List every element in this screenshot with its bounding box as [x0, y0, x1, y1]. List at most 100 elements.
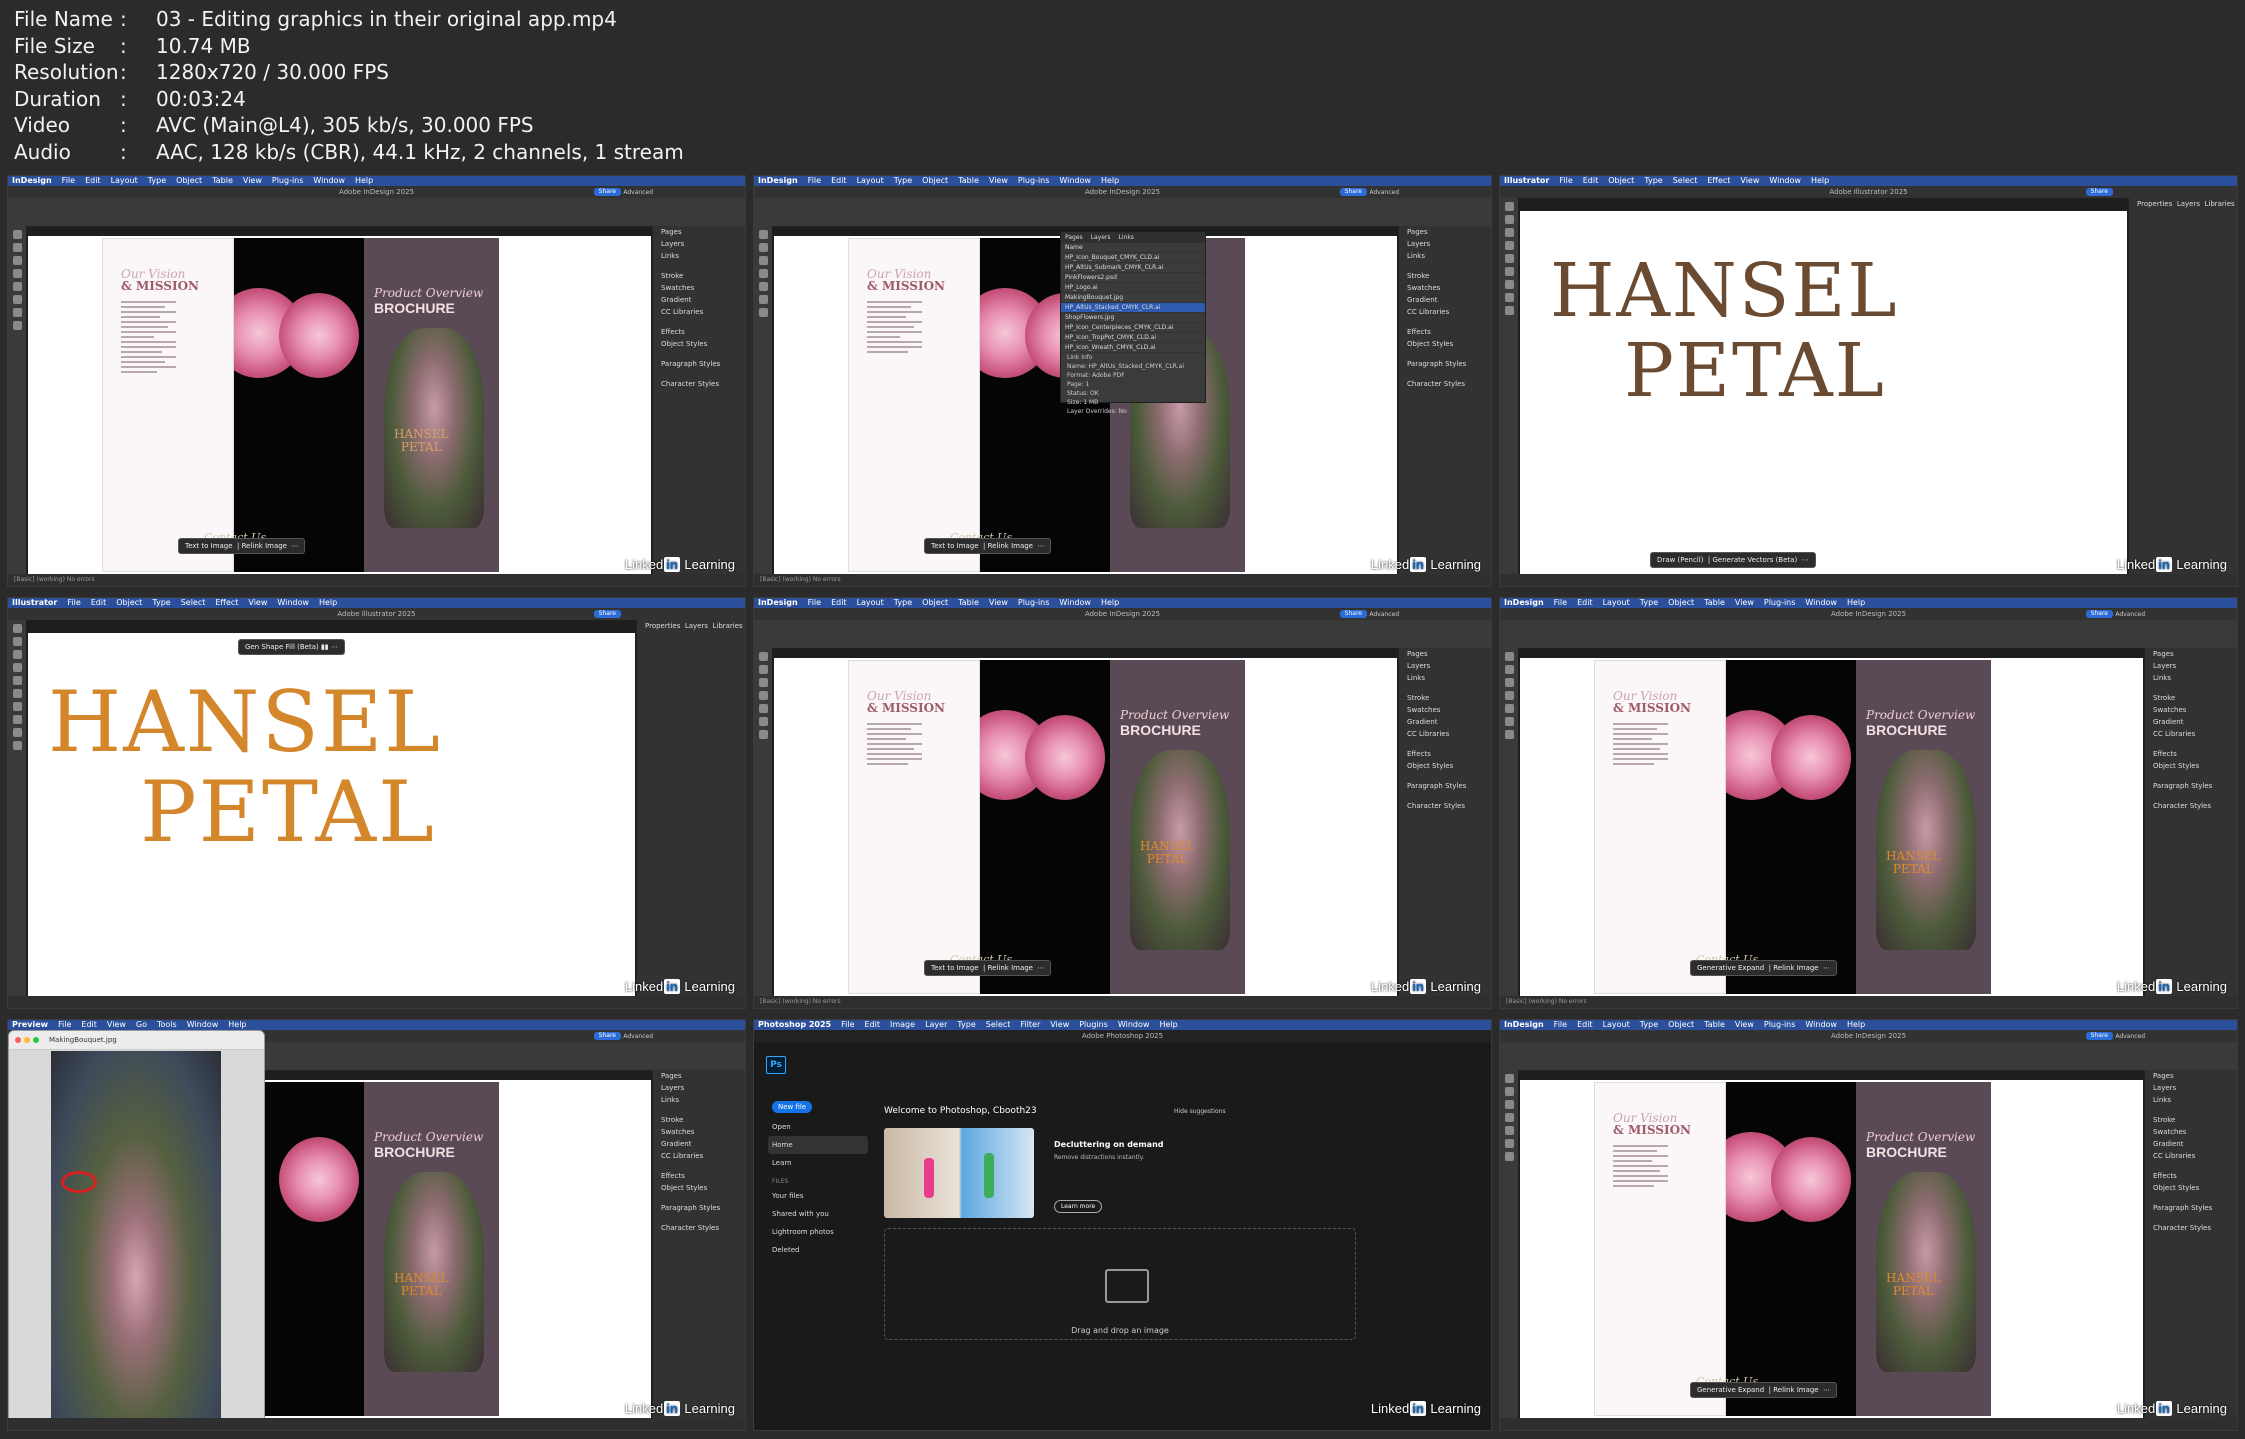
- control-panel[interactable]: [1500, 1042, 2237, 1071]
- pasteboard[interactable]: Our Vision & MISSION Product Overview BR…: [28, 236, 651, 574]
- hansel-petal-logo[interactable]: HANSEL PETAL: [48, 677, 440, 857]
- hansel-petal-logo[interactable]: HANSEL PETAL: [394, 428, 449, 454]
- share-button[interactable]: Share: [593, 1032, 621, 1040]
- thumbnail-indesign-4[interactable]: InDesign File Edit Layout Type Object Table Vie…: [1499, 1019, 2238, 1431]
- contextual-task-bar[interactable]: Draw (Pencil) | Generate Vectors (Beta) …: [1650, 552, 1816, 568]
- contextual-task-bar[interactable]: Generative Expand | Relink Image ⋯: [1690, 1382, 1838, 1398]
- link-row-selected[interactable]: HP_AltUs_Stacked_CMYK_CLR.ai: [1061, 303, 1205, 313]
- properties-panel[interactable]: Properties Layers Libraries: [636, 620, 745, 996]
- thumbnail-illustrator-brown[interactable]: Illustrator File Edit Object Type Select Effec…: [1499, 175, 2238, 587]
- panel-object-styles: Object Styles: [661, 340, 708, 348]
- tab-layers[interactable]: Layers: [685, 622, 708, 630]
- panel-layers: Layers: [661, 240, 685, 248]
- toolbar[interactable]: [8, 226, 26, 574]
- contextual-task-bar[interactable]: Text to Image | Relink Image ⋯: [924, 960, 1052, 976]
- link-row[interactable]: HP_Logo.ai: [1061, 283, 1205, 293]
- linkedin-learning-watermark: Linked in Learning: [1370, 1401, 1481, 1416]
- share-button[interactable]: Share: [1339, 188, 1367, 196]
- nav-your-files[interactable]: Your files: [768, 1187, 868, 1205]
- link-row[interactable]: HP_Icon_TropPot_CMYK_CLD.ai: [1061, 333, 1205, 343]
- contextual-task-bar[interactable]: Gen Shape Fill (Beta) ▮▮ ⋯: [238, 639, 345, 655]
- minimize-icon[interactable]: [24, 1037, 30, 1043]
- share-button[interactable]: Share: [1339, 610, 1367, 618]
- hansel-petal-logo[interactable]: HANSEL PETAL: [1550, 251, 1897, 411]
- toolbar[interactable]: [754, 648, 772, 996]
- nav-shared[interactable]: Shared with you: [768, 1205, 868, 1223]
- app-title-bar: Adobe InDesign 2025 Share Advanced: [1500, 608, 2237, 620]
- hansel-petal-logo[interactable]: HANSEL PETAL: [1140, 840, 1195, 866]
- hide-suggestions-link[interactable]: Hide suggestions: [1174, 1108, 1226, 1115]
- thumbnail-indesign-3[interactable]: InDesign File Edit Layout Type Object Table Vie…: [1499, 597, 2238, 1009]
- panels-dock[interactable]: Pages Layers Links Stroke Swatches Gradient C…: [1398, 226, 1491, 574]
- zoom-icon[interactable]: [33, 1037, 39, 1043]
- contextual-task-bar[interactable]: Text to Image | Relink Image ⋯: [924, 538, 1052, 554]
- rect-tool-icon: [12, 282, 22, 291]
- tab-links[interactable]: Links: [1119, 234, 1134, 241]
- contextual-task-bar[interactable]: Generative Expand | Relink Image ⋯: [1690, 960, 1838, 976]
- toolbar[interactable]: [1500, 1070, 1518, 1418]
- thumbnail-photoshop[interactable]: Photoshop 2025 File Edit Image Layer Type Sele…: [753, 1019, 1492, 1431]
- artboard[interactable]: HANSEL PETAL Draw (Pencil) | Generate Ve…: [1520, 211, 2127, 574]
- pasteboard[interactable]: Our Vision & MISSION Product Overview BROC…: [1520, 658, 2143, 996]
- toolbar[interactable]: [8, 620, 26, 996]
- image-upload-icon: [1105, 1269, 1149, 1303]
- panels-dock[interactable]: Pages Layers Links Stroke Swatches Gradient C…: [652, 1070, 745, 1418]
- preview-window[interactable]: MakingBouquet.jpg: [8, 1030, 265, 1430]
- tab-libraries[interactable]: Libraries: [2204, 200, 2234, 208]
- close-icon[interactable]: [15, 1037, 21, 1043]
- thumbnail-indesign-2[interactable]: InDesign File Edit Layout Type Object Table Vie…: [753, 597, 1492, 1009]
- thumbnail-indesign-1[interactable]: InDesign File Edit Layout Type Object Table Vie…: [7, 175, 746, 587]
- panels-dock[interactable]: Pages Layers Links Stroke Swatches Gradient C…: [1398, 648, 1491, 996]
- share-button[interactable]: Share: [2085, 1032, 2113, 1040]
- panels-dock[interactable]: Pages Layers Links Stroke Swatches Gradient C…: [2144, 1070, 2237, 1418]
- panels-dock[interactable]: Pages Layers Links Stroke Swatches Gradient C…: [2144, 648, 2237, 996]
- share-button[interactable]: Share: [2085, 188, 2113, 196]
- properties-panel[interactable]: Properties Layers Libraries: [2128, 198, 2237, 574]
- panels-dock[interactable]: Pages Layers Links Stroke Swatches Gradient C…: [652, 226, 745, 574]
- share-button[interactable]: Share: [593, 610, 621, 618]
- pasteboard[interactable]: Our Vision & MISSION Product Overview BROC…: [774, 658, 1397, 996]
- nav-deleted[interactable]: Deleted: [768, 1241, 868, 1259]
- toolbar[interactable]: [1500, 198, 1518, 574]
- links-panel[interactable]: Pages Layers Links Name HP_Icon_Bouquet_CM…: [1060, 231, 1206, 415]
- nav-learn[interactable]: Learn: [768, 1154, 868, 1172]
- control-panel[interactable]: [754, 620, 1491, 649]
- tab-pages[interactable]: Pages: [1065, 234, 1083, 241]
- app-title-bar: Adobe InDesign 2025 Share Advanced: [8, 186, 745, 198]
- tab-layers[interactable]: Layers: [2177, 200, 2200, 208]
- link-row[interactable]: HP_Icon_Centerpieces_CMYK_CLD.ai: [1061, 323, 1205, 333]
- share-button[interactable]: Share: [2085, 610, 2113, 618]
- open-button[interactable]: Open: [768, 1118, 868, 1136]
- learn-more-button[interactable]: Learn more: [1054, 1200, 1103, 1213]
- control-panel[interactable]: [754, 198, 1491, 227]
- tab-layers[interactable]: Layers: [1091, 234, 1111, 241]
- control-panel[interactable]: [1500, 620, 2237, 649]
- meta-row: Video: AVC (Main@L4), 305 kb/s, 30.000 FP…: [14, 113, 534, 137]
- link-row[interactable]: HP_Icon_Wreath_CMYK_CLD.ai: [1061, 343, 1205, 353]
- control-panel[interactable]: [8, 198, 745, 227]
- drop-zone[interactable]: Drag and drop an image: [884, 1228, 1356, 1340]
- nav-home[interactable]: Home: [768, 1136, 868, 1154]
- tab-libraries[interactable]: Libraries: [712, 622, 742, 630]
- artboard[interactable]: Gen Shape Fill (Beta) ▮▮ ⋯ HANSEL PETAL: [28, 633, 635, 996]
- link-row[interactable]: PinkFlowers2.psd: [1061, 273, 1205, 283]
- share-button[interactable]: Share: [593, 188, 621, 196]
- heading-brochure: BROCHURE: [374, 300, 455, 316]
- tab-properties[interactable]: Properties: [645, 622, 680, 630]
- link-row[interactable]: HP_Icon_Bouquet_CMYK_CLD.ai: [1061, 253, 1205, 263]
- new-file-button[interactable]: New file: [772, 1101, 813, 1113]
- pasteboard[interactable]: Our Vision & MISSION Product Overview BROC…: [1520, 1080, 2143, 1418]
- contextual-task-bar[interactable]: Text to Image | Relink Image ⋯: [178, 538, 306, 554]
- link-row[interactable]: ShopFlowers.jpg: [1061, 313, 1205, 323]
- ps-sidebar[interactable]: New file Open Home Learn FILES Your file…: [768, 1096, 868, 1259]
- thumbnail-illustrator-orange[interactable]: Illustrator File Edit Object Type Select Effec…: [7, 597, 746, 1009]
- link-row[interactable]: HP_AltUs_Submark_CMYK_CLR.ai: [1061, 263, 1205, 273]
- toolbar[interactable]: [754, 226, 772, 574]
- link-row[interactable]: MakingBouquet.jpg: [1061, 293, 1205, 303]
- nav-lightroom[interactable]: Lightroom photos: [768, 1223, 868, 1241]
- thumbnail-preview[interactable]: Preview File Edit View Go Tools Window Help Sha…: [7, 1019, 746, 1431]
- thumbnail-indesign-links[interactable]: InDesign File Edit Layout Type Object Table Vie…: [753, 175, 1492, 587]
- thumbnail-grid: InDesign File Edit Layout Type Object Table Vie…: [7, 175, 2238, 1432]
- toolbar[interactable]: [1500, 648, 1518, 996]
- tab-properties[interactable]: Properties: [2137, 200, 2172, 208]
